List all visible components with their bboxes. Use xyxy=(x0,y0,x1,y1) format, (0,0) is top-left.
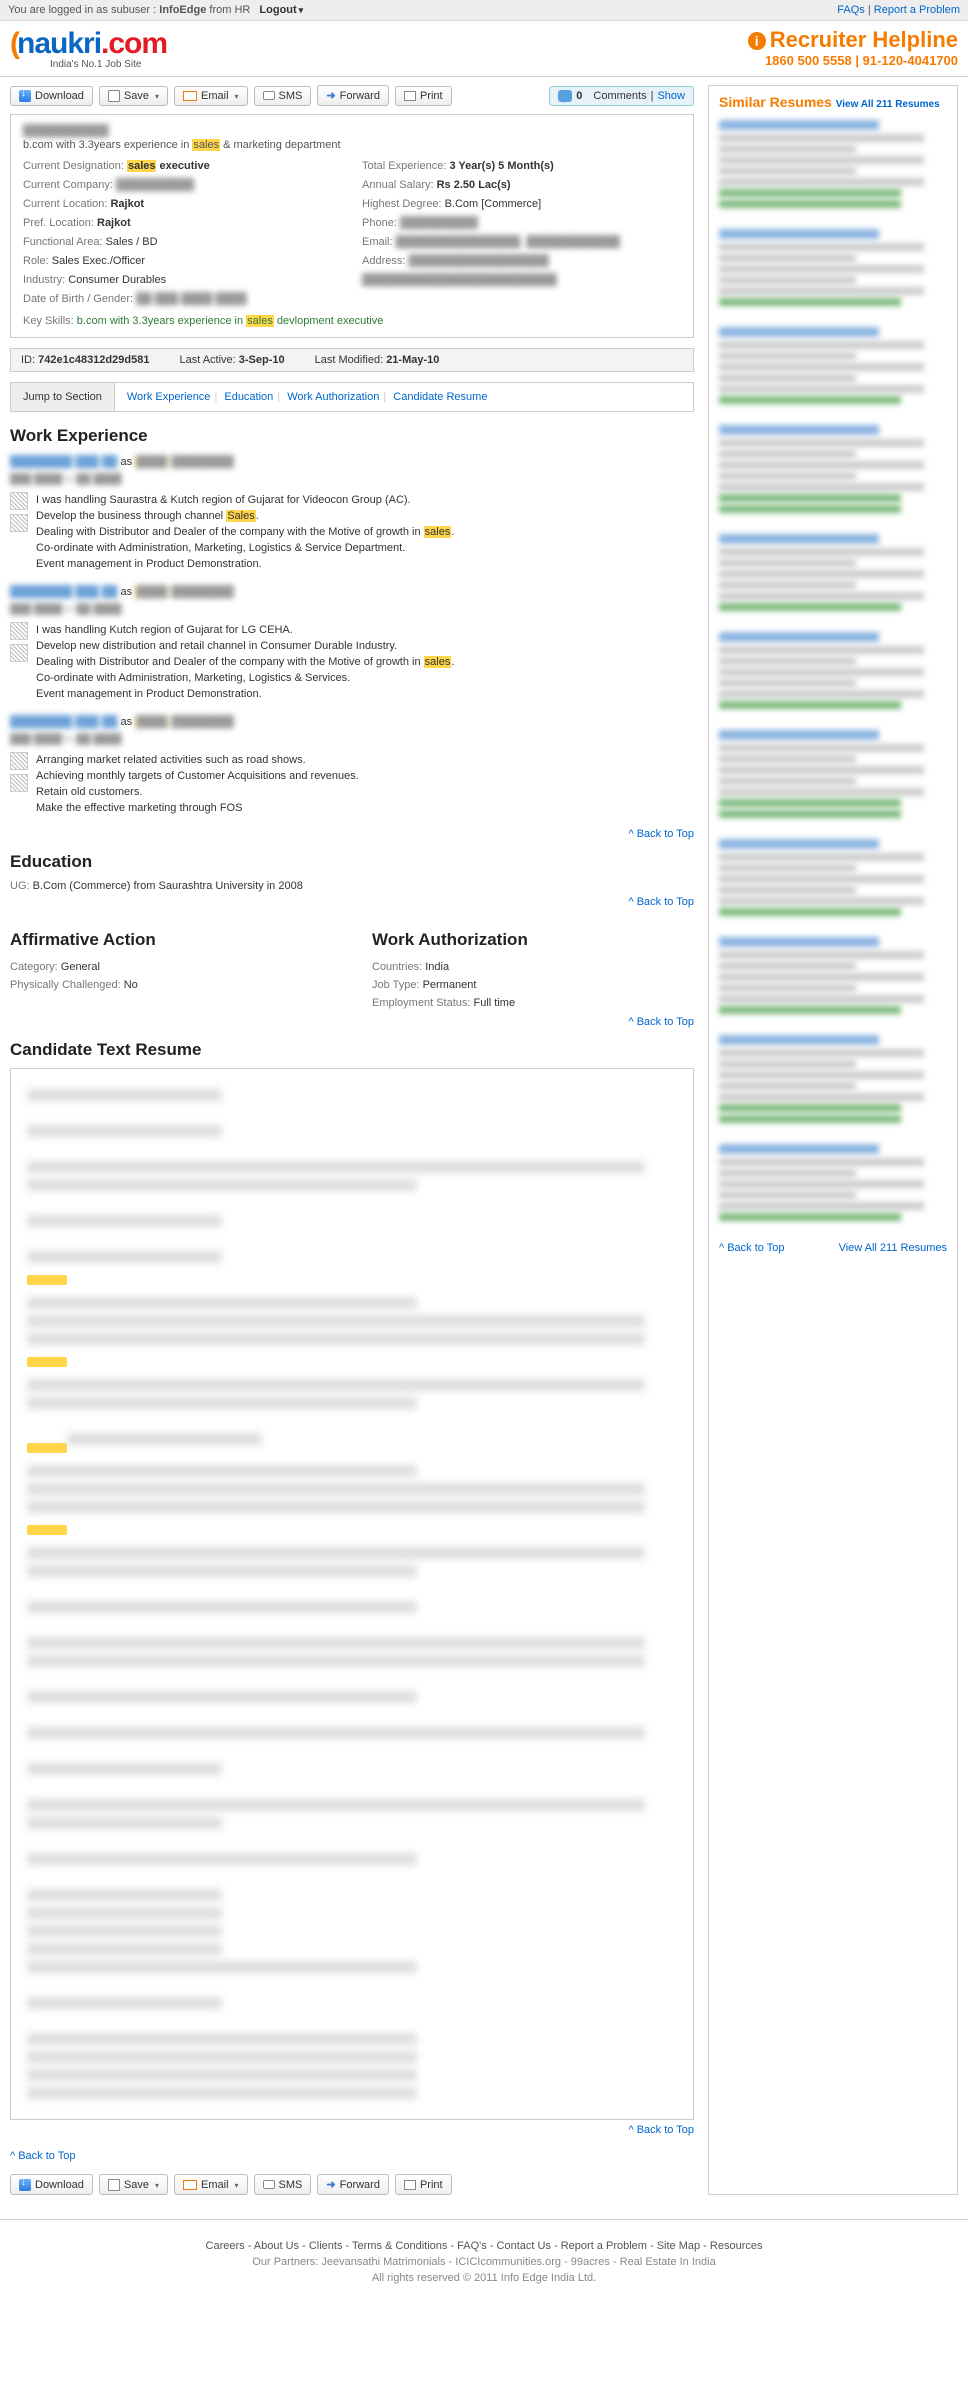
comments-box[interactable]: 0 Comments | Show xyxy=(549,86,694,106)
download-icon xyxy=(19,2179,31,2191)
section-work-exp: Work Experience xyxy=(10,426,694,446)
email-icon xyxy=(183,2180,197,2190)
jump-label: Jump to Section xyxy=(11,383,115,411)
subuser-name: InfoEdge xyxy=(159,4,206,16)
exp-entry: ████████ ███ ██ as ████ ███████████ ████… xyxy=(10,714,694,816)
section-education: Education xyxy=(10,852,694,872)
jump-link-edu[interactable]: Education xyxy=(224,391,273,403)
footer-partners[interactable]: Our Partners: Jeevansathi Matrimonials -… xyxy=(0,2256,968,2268)
exp-entry: ████████ ███ ██ as ████ ███████████ ████… xyxy=(10,454,694,572)
loggedin-text: You are logged in as subuser : xyxy=(8,4,156,16)
profile-right-col: Total Experience: 3 Year(s) 5 Month(s)An… xyxy=(362,157,681,309)
save-button[interactable]: Save xyxy=(99,2174,168,2195)
back-to-top-link[interactable]: ^ Back to Top xyxy=(629,1016,695,1028)
resume-text-box xyxy=(10,1068,694,2120)
header: naukri.com India's No.1 Job Site iRecrui… xyxy=(0,21,968,72)
from-text: from HR xyxy=(209,4,250,16)
similar-resume-item[interactable] xyxy=(719,120,947,219)
jump-link-resume[interactable]: Candidate Resume xyxy=(393,391,487,403)
similar-resume-item[interactable] xyxy=(719,632,947,720)
jump-link-work[interactable]: Work Experience xyxy=(127,391,211,403)
back-to-top-link[interactable]: ^ Back to Top xyxy=(629,828,695,840)
print-button[interactable]: Print xyxy=(395,86,452,106)
similar-resume-item[interactable] xyxy=(719,839,947,927)
email-button[interactable]: Email xyxy=(174,2174,248,2195)
print-button[interactable]: Print xyxy=(395,2174,452,2195)
save-icon xyxy=(108,90,120,102)
profile-headline: b.com with 3.3years experience in sales … xyxy=(23,139,681,151)
id-row: ID: 742e1c48312d29d581 Last Active: 3-Se… xyxy=(10,348,694,372)
qr-icons xyxy=(10,752,28,816)
save-button[interactable]: Save xyxy=(99,86,168,106)
section-affirmative: Affirmative Action xyxy=(10,930,332,950)
sms-icon xyxy=(263,2180,275,2189)
logo-tagline: India's No.1 Job Site xyxy=(50,59,167,70)
back-to-top-link[interactable]: ^ Back to Top xyxy=(719,1242,785,1254)
section-auth: Work Authorization xyxy=(372,930,694,950)
qr-icons xyxy=(10,492,28,572)
qr-icons xyxy=(10,622,28,702)
side-title: Similar Resumes View All 211 Resumes xyxy=(719,94,947,110)
helpline: iRecruiter Helpline 1860 500 5558 | 91-1… xyxy=(748,27,958,68)
comment-icon xyxy=(558,90,572,102)
footer-links[interactable]: Careers - About Us - Clients - Terms & C… xyxy=(0,2240,968,2252)
back-to-top-link[interactable]: ^ Back to Top xyxy=(629,896,695,908)
profile-left-col: Current Designation: sales executiveCurr… xyxy=(23,157,342,309)
similar-resume-item[interactable] xyxy=(719,730,947,829)
sms-icon xyxy=(263,91,275,100)
forward-button[interactable]: ➜Forward xyxy=(317,85,389,106)
back-to-top-link[interactable]: ^ Back to Top xyxy=(629,2124,695,2136)
edu-row: UG: B.Com (Commerce) from Saurashtra Uni… xyxy=(10,880,694,892)
save-icon xyxy=(108,2179,120,2191)
top-bar: You are logged in as subuser : InfoEdge … xyxy=(0,0,968,21)
show-comments-link[interactable]: Show xyxy=(657,90,685,102)
similar-resume-item[interactable] xyxy=(719,937,947,1025)
email-button[interactable]: Email xyxy=(174,86,248,106)
exp-entry: ████████ ███ ██ as ████ ███████████ ████… xyxy=(10,584,694,702)
similar-resume-item[interactable] xyxy=(719,534,947,622)
print-icon xyxy=(404,91,416,101)
sms-button[interactable]: SMS xyxy=(254,2174,312,2195)
key-skills: Key Skills: b.com with 3.3years experien… xyxy=(23,315,681,327)
profile-summary: ███████████ b.com with 3.3years experien… xyxy=(10,114,694,338)
similar-resume-item[interactable] xyxy=(719,1144,947,1232)
forward-icon: ➜ xyxy=(326,89,335,102)
similar-resumes-panel: Similar Resumes View All 211 Resumes ^ B… xyxy=(708,85,958,2195)
back-to-top-link[interactable]: ^ Back to Top xyxy=(10,2150,76,2162)
info-icon: i xyxy=(748,32,766,50)
forward-icon: ➜ xyxy=(326,2178,335,2191)
view-all-link[interactable]: View All 211 Resumes xyxy=(836,99,940,110)
copyright: All rights reserved © 2011 Info Edge Ind… xyxy=(0,2272,968,2304)
jump-link-auth[interactable]: Work Authorization xyxy=(287,391,379,403)
download-button[interactable]: Download xyxy=(10,86,93,106)
view-all-link[interactable]: View All 211 Resumes xyxy=(839,1242,947,1254)
forward-button[interactable]: ➜Forward xyxy=(317,2174,389,2195)
candidate-name: ███████████ xyxy=(23,125,681,137)
action-toolbar-bottom: Download Save Email SMS ➜Forward Print xyxy=(10,2174,694,2195)
email-icon xyxy=(183,91,197,101)
action-toolbar: Download Save Email SMS ➜Forward Print 0… xyxy=(10,85,694,106)
faqs-link[interactable]: FAQs xyxy=(837,4,865,16)
download-icon xyxy=(19,90,31,102)
similar-resume-item[interactable] xyxy=(719,425,947,524)
similar-resume-item[interactable] xyxy=(719,327,947,415)
similar-resume-item[interactable] xyxy=(719,1035,947,1134)
print-icon xyxy=(404,2180,416,2190)
logout-menu[interactable]: Logout xyxy=(259,4,303,16)
download-button[interactable]: Download xyxy=(10,2174,93,2195)
jump-to-section: Jump to Section Work Experience| Educati… xyxy=(10,382,694,412)
logo[interactable]: naukri.com India's No.1 Job Site xyxy=(10,27,167,70)
sms-button[interactable]: SMS xyxy=(254,86,312,106)
report-problem-link[interactable]: Report a Problem xyxy=(874,4,960,16)
section-resume: Candidate Text Resume xyxy=(10,1040,694,1060)
similar-resume-item[interactable] xyxy=(719,229,947,317)
